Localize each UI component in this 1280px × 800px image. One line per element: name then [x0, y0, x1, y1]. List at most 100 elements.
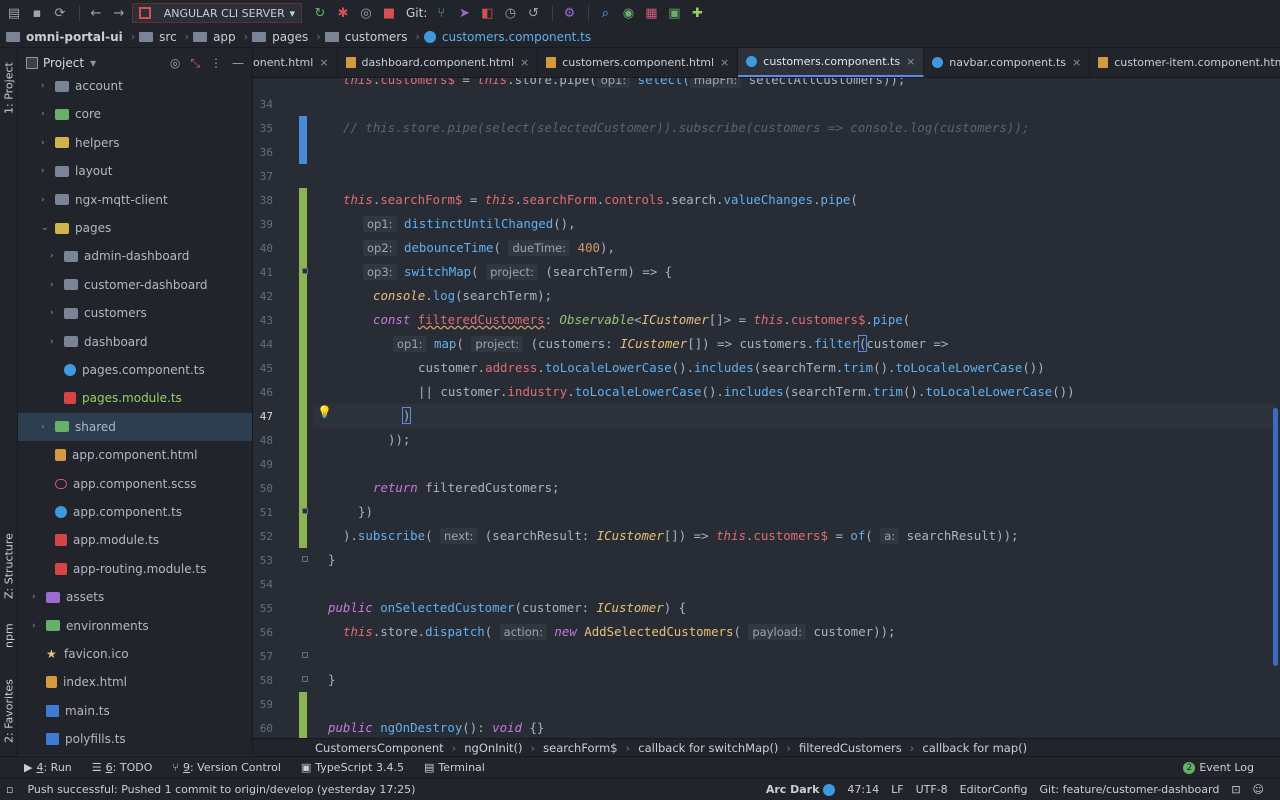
fold-marker-icon[interactable] [302, 676, 308, 682]
git-push-icon[interactable]: ➤ [454, 3, 474, 23]
tree-item[interactable]: index.html [18, 668, 252, 696]
close-tab-icon[interactable]: × [720, 56, 729, 69]
fold-marker-icon[interactable] [302, 508, 308, 514]
fold-marker-icon[interactable] [302, 652, 308, 658]
code-crumb[interactable]: CustomersComponent [315, 741, 444, 755]
collapse-all-icon[interactable]: ⤡ [190, 56, 200, 71]
tree-item[interactable]: › layout [18, 157, 252, 185]
expand-arrow-icon[interactable]: › [41, 195, 51, 205]
code-crumb[interactable]: callback for switchMap() [638, 741, 778, 755]
debug-icon[interactable]: ✱ [333, 3, 353, 23]
run-icon[interactable]: ↻ [310, 3, 330, 23]
git-revert-icon[interactable]: ↺ [523, 3, 543, 23]
expand-arrow-icon[interactable]: › [32, 592, 42, 602]
locate-icon[interactable]: ◎ [170, 56, 180, 71]
editor-tab[interactable]: customers.component.ts × [738, 48, 925, 77]
tree-item[interactable]: › admin-dashboard [18, 242, 252, 270]
tool-tab[interactable]: ⑂ 9: Version Control [172, 761, 281, 774]
tree-item[interactable]: pages.module.ts [18, 384, 252, 412]
project-tool-tab[interactable]: 1: Project [1, 56, 17, 120]
tree-item[interactable]: › customers [18, 299, 252, 327]
editor-tab[interactable]: customer-item.component.html× [1090, 48, 1280, 77]
vcs-added-marker[interactable] [299, 188, 307, 548]
code-crumb[interactable]: filteredCustomers [799, 741, 902, 755]
tree-item[interactable]: › ngx-mqtt-client [18, 186, 252, 214]
fold-marker-icon[interactable] [302, 268, 308, 274]
expand-arrow-icon[interactable]: › [50, 280, 60, 290]
sync-icon[interactable]: ⟳ [50, 3, 70, 23]
npm-tool-tab[interactable]: npm [1, 618, 17, 654]
breadcrumb-item-src[interactable]: src [139, 30, 177, 44]
editor-tab[interactable]: onent.html × [253, 48, 338, 77]
status-message[interactable]: Push successful: Pushed 1 commit to orig… [27, 783, 415, 796]
editor-scrollbar[interactable] [1273, 408, 1278, 666]
back-arrow-icon[interactable]: ← [86, 3, 106, 23]
tree-item[interactable]: polyfills.ts [18, 725, 252, 753]
inspector-icon[interactable]: ☺ [1253, 783, 1264, 796]
tree-item[interactable]: ⌄ pages [18, 214, 252, 242]
open-folder-icon[interactable]: ▤ [4, 3, 24, 23]
git-update-icon[interactable]: ⑂ [431, 3, 451, 23]
coverage-icon[interactable]: ◎ [356, 3, 376, 23]
close-tab-icon[interactable]: × [906, 55, 915, 68]
minimize-icon[interactable]: — [232, 56, 244, 71]
breadcrumb-item-file[interactable]: customers.component.ts [423, 30, 591, 44]
breadcrumb-item-customers[interactable]: customers [324, 30, 407, 44]
tree-item[interactable]: › core [18, 100, 252, 128]
expand-arrow-icon[interactable]: › [41, 138, 51, 148]
vcs-modified-marker[interactable] [299, 116, 307, 164]
expand-arrow-icon[interactable]: › [50, 308, 60, 318]
save-icon[interactable]: ▪ [27, 3, 47, 23]
editor-tab[interactable]: navbar.component.ts × [924, 48, 1091, 77]
git-compare-icon[interactable]: ◧ [477, 3, 497, 23]
expand-arrow-icon[interactable]: › [50, 337, 60, 347]
breadcrumb-item-root[interactable]: omni-portal-ui [6, 30, 123, 44]
caret-position[interactable]: 47:14 [847, 783, 879, 796]
search-icon[interactable]: ⌕ [595, 3, 615, 23]
tree-item[interactable]: main.ts [18, 697, 252, 725]
tree-item[interactable]: app-routing.module.ts [18, 555, 252, 583]
structure-tool-tab[interactable]: Z: Structure [1, 528, 17, 604]
forward-arrow-icon[interactable]: → [109, 3, 129, 23]
vcs-added-marker[interactable] [299, 692, 307, 738]
expand-arrow-icon[interactable]: › [41, 109, 51, 119]
tree-item[interactable]: › account [18, 72, 252, 100]
editor-tab[interactable]: dashboard.component.html × [338, 48, 539, 77]
tree-item[interactable]: › helpers [18, 129, 252, 157]
tool-tab[interactable]: ☰ 6: TODO [92, 761, 153, 774]
tree-item[interactable]: › environments [18, 612, 252, 640]
tree-item[interactable]: app.component.scss [18, 470, 252, 498]
expand-arrow-icon[interactable]: › [32, 621, 42, 631]
layout-icon[interactable]: ▣ [664, 3, 684, 23]
tree-item[interactable]: ★ favicon.ico [18, 640, 252, 668]
lock-icon[interactable]: ⊡ [1231, 783, 1240, 796]
tree-item[interactable]: pages.component.ts [18, 356, 252, 384]
tree-item[interactable]: › dashboard [18, 328, 252, 356]
code-crumb[interactable]: callback for map() [922, 741, 1027, 755]
chevron-down-icon[interactable]: ▾ [90, 56, 96, 70]
tool-tab[interactable]: ▣ TypeScript 3.4.5 [301, 761, 404, 774]
code-crumb[interactable]: ngOnInit() [464, 741, 522, 755]
more-options-icon[interactable]: ⋮ [210, 56, 222, 71]
git-branch[interactable]: Git: feature/customer-dashboard [1040, 783, 1220, 796]
breadcrumb-item-pages[interactable]: pages [252, 30, 308, 44]
favorites-tool-tab[interactable]: 2: Favorites [1, 673, 17, 749]
close-tab-icon[interactable]: × [520, 56, 529, 69]
tool-tab[interactable]: ▶ 4: Run [24, 761, 72, 774]
code-crumb[interactable]: searchForm$ [543, 741, 618, 755]
tree-item[interactable]: › customer-dashboard [18, 271, 252, 299]
expand-arrow-icon[interactable]: › [41, 166, 51, 176]
lightbulb-icon[interactable]: 💡 [317, 405, 332, 419]
event-log-tab[interactable]: 2 Event Log [1183, 761, 1254, 774]
file-encoding[interactable]: UTF-8 [916, 783, 948, 796]
tree-item[interactable]: app.component.html [18, 441, 252, 469]
editor-tab[interactable]: customers.component.html × [538, 48, 739, 77]
tree-item[interactable]: app.module.ts [18, 526, 252, 554]
expand-arrow-icon[interactable]: › [41, 422, 51, 432]
expand-arrow-icon[interactable]: › [50, 251, 60, 261]
terminal-icon[interactable]: ◉ [618, 3, 638, 23]
tool-tab[interactable]: ▤ Terminal [424, 761, 485, 774]
run-configuration-select[interactable]: ANGULAR CLI SERVER ▾ [132, 3, 302, 23]
theme-indicator[interactable]: Arc Dark [766, 783, 836, 796]
expand-arrow-icon[interactable]: › [41, 81, 51, 91]
